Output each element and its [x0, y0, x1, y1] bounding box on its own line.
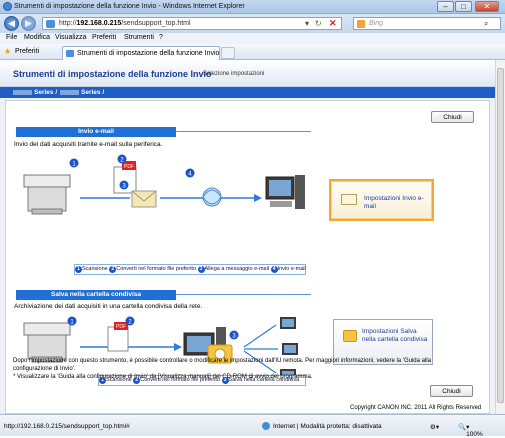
globe-icon — [262, 422, 270, 430]
email-settings-label: Impostazioni Invio e-mail — [364, 195, 424, 210]
page-title: Strumenti di impostazione della funzione… — [13, 69, 212, 79]
scroll-thumb[interactable] — [497, 68, 504, 403]
folder-settings-label: Impostazioni Salva nella cartella condiv… — [362, 328, 428, 343]
status-bar: http://192.168.0.215/sendsupport_top.htm… — [0, 414, 505, 438]
menu-help[interactable]: ? — [159, 34, 163, 41]
address-bar[interactable]: http://192.168.0.215/sendsupport_top.htm… — [42, 17, 342, 30]
pdf-document-icon: PDF — [107, 322, 129, 352]
breadcrumb-series-b: Series / — [81, 89, 105, 96]
search-box[interactable]: Bing ⌕ — [353, 17, 501, 30]
menu-modifica[interactable]: Modifica — [24, 34, 50, 41]
globe-icon — [202, 187, 222, 207]
close-window-button[interactable]: ✕ — [475, 1, 499, 12]
favorites-button[interactable]: Preferiti — [15, 48, 39, 55]
section-divider — [176, 131, 311, 132]
folder-description: Archiviazione dei dati acquisiti in una … — [14, 303, 203, 310]
tab-label: Strumenti di impostazione della funzione… — [77, 50, 220, 57]
email-description: Invio dei dati acquisiti tramite e-mail … — [14, 141, 163, 148]
svg-text:PDF: PDF — [116, 324, 126, 330]
menu-bar: File Modifica Visualizza Preferiti Strum… — [0, 33, 505, 44]
section-title-email: Invio e-mail — [16, 127, 176, 137]
minimize-button[interactable]: – — [437, 1, 454, 12]
breadcrumb-series-a: Series / — [34, 89, 58, 96]
email-settings-button[interactable]: Impostazioni Invio e-mail — [329, 179, 434, 221]
new-tab-button[interactable] — [221, 47, 235, 59]
footer-note-3: * Visualizzare la 'Guida alla configuraz… — [13, 374, 313, 380]
folder-icon — [343, 330, 357, 342]
footer-note-1: Dopo l'impostazione con questo strumento… — [13, 358, 431, 364]
bing-icon — [357, 20, 365, 28]
favorites-bar: ★ Preferiti Strumenti di impostazione de… — [0, 44, 505, 60]
ie-icon — [3, 2, 12, 11]
search-icon[interactable]: ⌕ — [484, 19, 488, 29]
maximize-button[interactable]: □ — [455, 1, 472, 12]
status-zone: Internet | Modalità protetta: disattivat… — [273, 423, 382, 430]
menu-visualizza[interactable]: Visualizza — [55, 34, 86, 41]
menu-strumenti[interactable]: Strumenti — [124, 34, 154, 41]
svg-text:PDF: PDF — [124, 164, 134, 170]
vertical-scrollbar[interactable] — [495, 60, 505, 414]
status-url: http://192.168.0.215/sendsupport_top.htm… — [4, 423, 130, 430]
copyright: Copyright CANON INC. 2011 All Rights Res… — [350, 405, 482, 411]
footer-notes: Dopo l'impostazione con questo strumento… — [13, 357, 488, 381]
printer-icon — [23, 174, 71, 215]
computer-icon — [265, 175, 305, 209]
address-url: http://192.168.0.215/sendsupport_top.htm… — [59, 20, 191, 27]
tab-page-icon — [66, 50, 74, 57]
refresh-icon[interactable]: ↻ — [315, 19, 322, 28]
breadcrumb: Series / Series / — [0, 87, 495, 98]
model-name-redacted-b — [60, 90, 79, 95]
back-button[interactable]: ◀ — [4, 16, 19, 31]
footer-note-2: configurazione di Invio'. — [13, 366, 76, 372]
window-title: Strumenti di impostazione della funzione… — [14, 3, 245, 10]
email-diagram: 1 PDF 2 3 4 — [23, 154, 305, 215]
star-icon: ★ — [4, 47, 12, 56]
envelope-icon — [341, 194, 357, 205]
page-icon — [46, 20, 55, 28]
section-title-folder: Salva nella cartella condivisa — [16, 290, 176, 300]
menu-preferiti[interactable]: Preferiti — [92, 34, 116, 41]
navigation-bar: ◀ ▶ http://192.168.0.215/sendsupport_top… — [0, 14, 505, 33]
close-button-top[interactable]: Chiudi — [431, 111, 474, 123]
close-button-bottom[interactable]: Chiudi — [430, 385, 473, 397]
dropdown-icon[interactable]: ▾ — [305, 19, 309, 28]
tab-active[interactable]: Strumenti di impostazione della funzione… — [62, 46, 220, 60]
menu-file[interactable]: File — [6, 34, 17, 41]
title-bar: Strumenti di impostazione della funzione… — [0, 0, 505, 14]
email-steps: 1 Scansione 2 Converti nel formato file pr… — [74, 264, 306, 275]
page-subtitle: Selezione impostazioni — [203, 71, 265, 77]
stop-icon[interactable]: ✕ — [329, 18, 337, 29]
model-name-redacted-a — [13, 90, 32, 95]
security-icon[interactable]: ⚙▾ — [430, 423, 439, 431]
page-header: Strumenti di impostazione della funzione… — [0, 60, 495, 87]
search-placeholder: Bing — [369, 20, 384, 27]
envelope-icon — [131, 190, 157, 208]
zoom-level[interactable]: 🔍 100% ▾ — [458, 423, 483, 438]
forward-button[interactable]: ▶ — [21, 16, 36, 31]
section-divider — [176, 294, 311, 295]
